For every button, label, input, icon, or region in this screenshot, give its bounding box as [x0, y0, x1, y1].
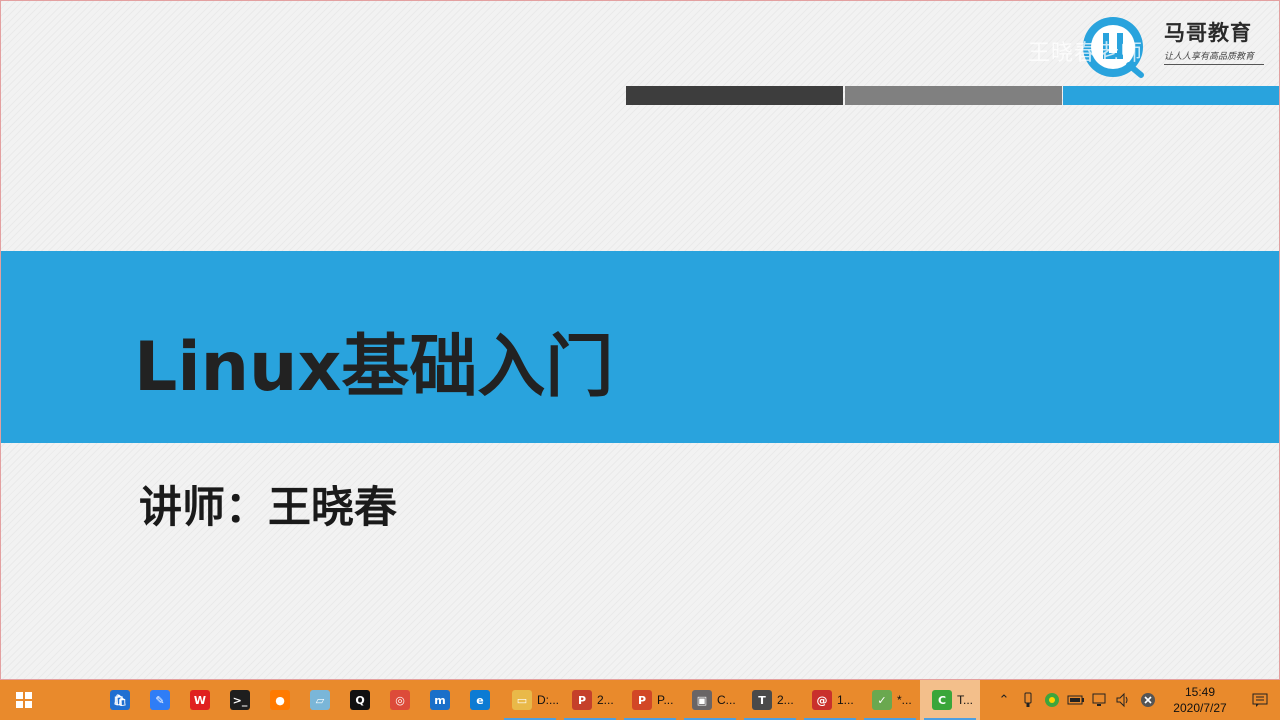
- powerpoint-doc-icon: P: [632, 690, 652, 710]
- pinned-app-wps[interactable]: W: [180, 680, 220, 720]
- pinned-apps: 🛍 ✎ W >_ ● ▱ Q ◎ m e: [100, 680, 500, 720]
- slide-canvas: 马哥教育 让人人享有高品质教育 王晓春老师 Linux基础入门 讲师：王晓春: [0, 0, 1280, 680]
- photos-icon: ●: [270, 690, 290, 710]
- chrome-icon: ◎: [390, 690, 410, 710]
- taskbar-app-label: 2...: [777, 693, 794, 707]
- feishu-icon: ✎: [150, 690, 170, 710]
- pinned-app-photos[interactable]: ●: [260, 680, 300, 720]
- taskbar-app-powerpoint[interactable]: P 2...: [560, 680, 620, 720]
- typora-icon: T: [752, 690, 772, 710]
- taskbar-app-vmware[interactable]: ▣ C...: [680, 680, 740, 720]
- tray-battery-icon[interactable]: [1064, 680, 1088, 720]
- taskbar-app-label: 1...: [837, 693, 854, 707]
- clock-time: 15:49: [1184, 685, 1216, 699]
- maxthon-icon: m: [430, 690, 450, 710]
- deco-bar-blue: [1063, 86, 1279, 105]
- taskbar-app-folder[interactable]: ▭ D:...: [500, 680, 560, 720]
- taskbar-app-label: *...: [897, 693, 912, 707]
- pinned-app-maxthon[interactable]: m: [420, 680, 460, 720]
- windows-logo-icon: [16, 692, 32, 708]
- watermark: 王晓春老师: [1028, 41, 1144, 66]
- deco-bar-dark: [626, 86, 843, 105]
- brand-slogan: 让人人享有高品质教育: [1164, 49, 1264, 65]
- taskbar-clock[interactable]: 15:49 2020/7/27: [1160, 680, 1240, 720]
- taskbar-app-snail[interactable]: @1...: [800, 680, 860, 720]
- taskbar-app-typora[interactable]: T 2...: [740, 680, 800, 720]
- qq-icon: Q: [350, 690, 370, 710]
- taskbar-app-label: P...: [657, 693, 674, 707]
- pinned-app-terminal[interactable]: >_: [220, 680, 260, 720]
- store-icon: 🛍: [110, 690, 130, 710]
- taskbar-app-label: D:...: [537, 693, 560, 707]
- notepad-icon: ✓: [872, 690, 892, 710]
- notification-center-icon[interactable]: [1240, 680, 1280, 720]
- edge-icon: e: [470, 690, 490, 710]
- brand-name: 马哥教育: [1164, 21, 1252, 45]
- pinned-app-qq[interactable]: Q: [340, 680, 380, 720]
- tray-usb-icon[interactable]: [1016, 680, 1040, 720]
- taskbar-app-powerpoint-doc[interactable]: P P...: [620, 680, 680, 720]
- pinned-app-store[interactable]: 🛍: [100, 680, 140, 720]
- folder-icon: ▭: [512, 690, 532, 710]
- deco-bar-gray: [845, 86, 1062, 105]
- clock-date: 2020/7/27: [1173, 701, 1227, 715]
- tray-volume-icon[interactable]: [1112, 680, 1136, 720]
- taskbar-app-label: T...: [957, 693, 974, 707]
- taskbar-app-label: 2...: [597, 693, 614, 707]
- taskbar-app-label: C...: [717, 693, 736, 707]
- snail-icon: @: [812, 690, 832, 710]
- camtasia-icon: C: [932, 690, 952, 710]
- taskbar-app-notepad[interactable]: ✓ *...: [860, 680, 920, 720]
- notes-icon: ▱: [310, 690, 330, 710]
- tray-network-icon[interactable]: [1088, 680, 1112, 720]
- pinned-app-chrome[interactable]: ◎: [380, 680, 420, 720]
- powerpoint-icon: P: [572, 690, 592, 710]
- vmware-icon: ▣: [692, 690, 712, 710]
- tray-close-circle-icon[interactable]: [1136, 680, 1160, 720]
- windows-taskbar: 🛍 ✎ W >_ ● ▱ Q ◎ m e ▭ D:... P 2... P P... ▣ C... T 2... @1…: [0, 680, 1280, 720]
- tray-chevron-up-icon[interactable]: ⌃: [992, 680, 1016, 720]
- pinned-app-edge[interactable]: e: [460, 680, 500, 720]
- tray-app-green-icon[interactable]: [1040, 680, 1064, 720]
- system-tray: ⌃ 15:49 2020/7/27: [992, 680, 1280, 720]
- terminal-icon: >_: [230, 690, 250, 710]
- lecturer-line: 讲师：王晓春: [139, 483, 397, 533]
- taskbar-app-camtasia[interactable]: C T...: [920, 680, 980, 720]
- pinned-app-notes[interactable]: ▱: [300, 680, 340, 720]
- open-apps: ▭ D:... P 2... P P... ▣ C... T 2... @1... ✓ *... C T..…: [500, 680, 980, 720]
- start-button[interactable]: [0, 680, 48, 720]
- wps-icon: W: [190, 690, 210, 710]
- slide-title: Linux基础入门: [134, 328, 614, 407]
- pinned-app-feishu[interactable]: ✎: [140, 680, 180, 720]
